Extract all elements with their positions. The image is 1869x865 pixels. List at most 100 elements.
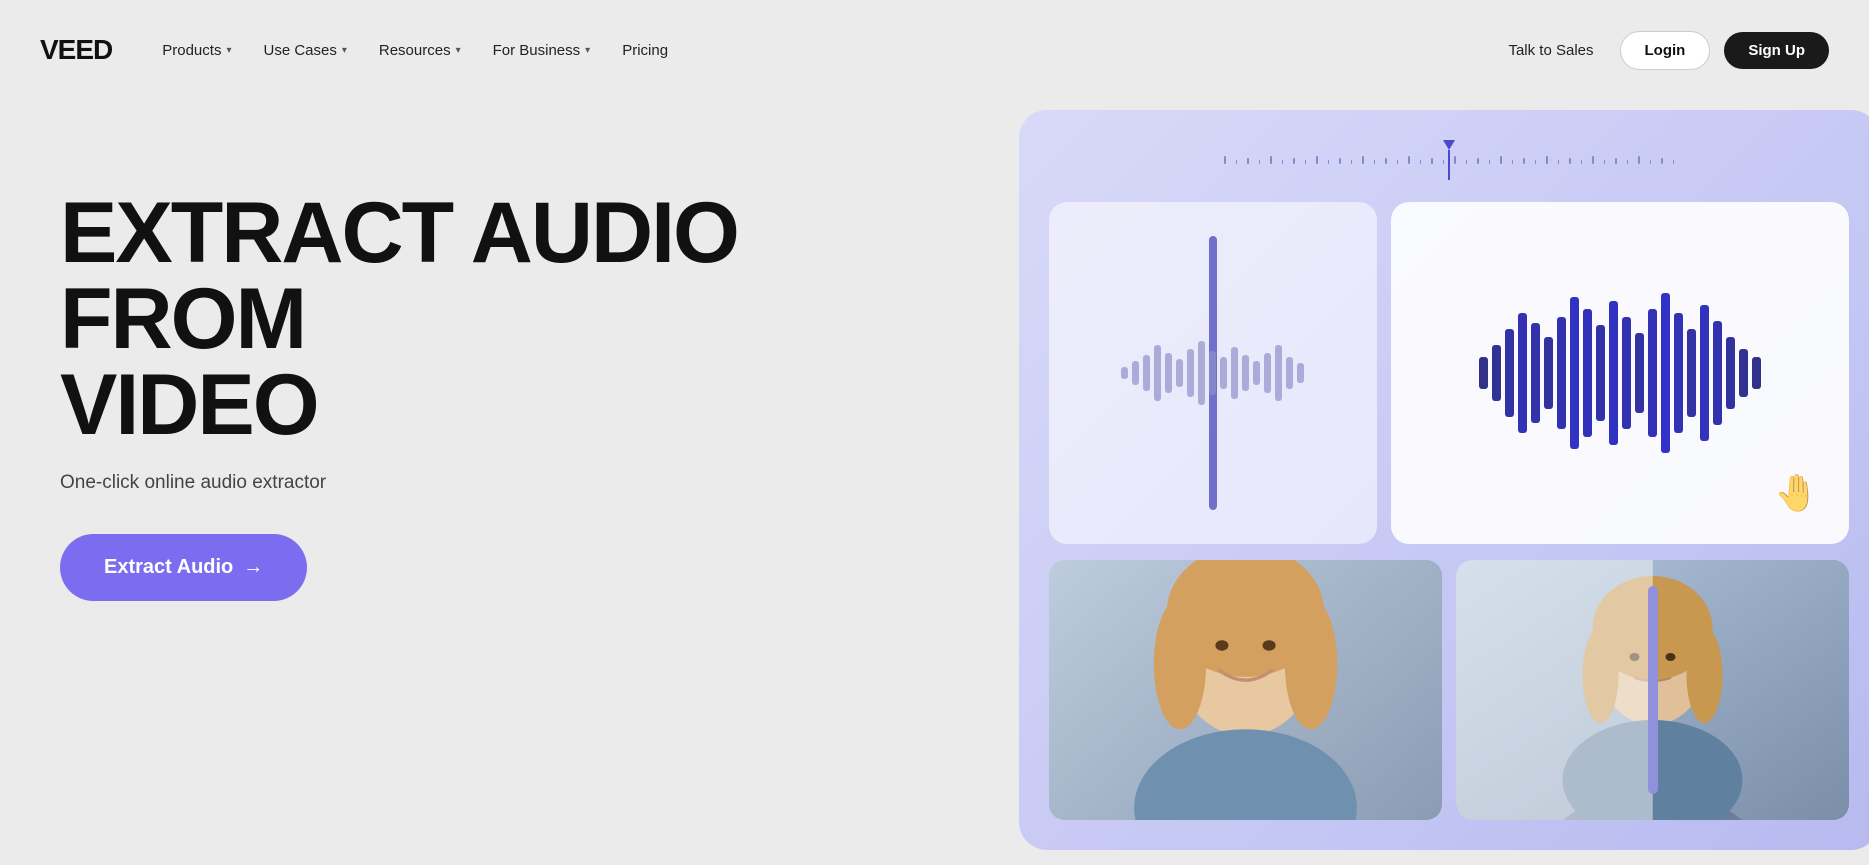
- waveform-bar: [1220, 357, 1227, 389]
- timeline-tick: [1374, 160, 1376, 164]
- panel-overlay: [1456, 560, 1653, 820]
- timeline-tick: [1339, 158, 1341, 164]
- waveform-bar: [1121, 367, 1128, 379]
- hero-section: EXTRACT AUDIO FROM VIDEO One-click onlin…: [0, 100, 1869, 865]
- chevron-down-icon: ▾: [585, 45, 590, 56]
- nav-pricing[interactable]: Pricing: [608, 34, 682, 67]
- waveform-bar: [1479, 357, 1488, 389]
- chevron-down-icon: ▾: [342, 45, 347, 56]
- timeline-tick: [1431, 158, 1433, 164]
- playhead-marker: [1443, 140, 1455, 150]
- waveform-bar: [1635, 333, 1644, 413]
- arrow-icon: →: [243, 556, 263, 579]
- nav-for-business[interactable]: For Business ▾: [479, 34, 605, 67]
- nav-resources[interactable]: Resources ▾: [365, 34, 475, 67]
- timeline-tick: [1328, 160, 1330, 164]
- waveform-panels: 🤚: [1049, 202, 1849, 544]
- hero-title: EXTRACT AUDIO FROM VIDEO: [60, 190, 740, 448]
- waveform-bar: [1531, 323, 1540, 423]
- waveform-bar: [1726, 337, 1735, 409]
- hero-text: EXTRACT AUDIO FROM VIDEO One-click onlin…: [60, 130, 740, 601]
- timeline-tick: [1259, 160, 1261, 164]
- waveform-bar: [1231, 347, 1238, 399]
- timeline-tick: [1305, 160, 1307, 164]
- person-illustration-1: [1049, 560, 1442, 820]
- waveform-bar: [1752, 357, 1761, 389]
- waveform-bar: [1154, 345, 1161, 401]
- nav-use-cases[interactable]: Use Cases ▾: [249, 34, 360, 67]
- timeline-tick: [1397, 160, 1399, 164]
- waveform-bar: [1275, 345, 1282, 401]
- navigation: VEED Products ▾ Use Cases ▾ Resources ▾ …: [0, 0, 1869, 100]
- waveform-bar: [1557, 317, 1566, 429]
- waveform-bar: [1132, 361, 1139, 385]
- timeline-tick: [1351, 160, 1353, 164]
- timeline-tick: [1546, 156, 1548, 164]
- timeline-tick: [1420, 160, 1422, 164]
- waveform-bar: [1622, 317, 1631, 429]
- timeline-tick: [1615, 158, 1617, 164]
- playhead: [1443, 140, 1455, 180]
- logo[interactable]: VEED: [40, 34, 112, 66]
- timeline-tick: [1270, 156, 1272, 164]
- timeline-tick: [1650, 160, 1652, 164]
- waveform-bar: [1544, 337, 1553, 409]
- nav-right: Talk to Sales Login Sign Up: [1496, 31, 1829, 70]
- cursor-hand-icon: 🤚: [1774, 472, 1819, 514]
- timeline-tick: [1592, 156, 1594, 164]
- video-thumbnails: [1049, 560, 1849, 820]
- waveform-bar: [1286, 357, 1293, 389]
- waveform-panel-right: 🤚: [1391, 202, 1850, 544]
- hero-illustration: 🤚: [1019, 110, 1869, 850]
- video-thumb-1: [1049, 560, 1442, 820]
- timeline-tick: [1581, 160, 1583, 164]
- video-divider-bar: [1648, 586, 1658, 794]
- talk-to-sales-link[interactable]: Talk to Sales: [1496, 34, 1605, 67]
- waveform-bar: [1570, 297, 1579, 449]
- waveform-bar: [1253, 361, 1260, 385]
- waveform-panel-left: [1049, 202, 1377, 544]
- waveform-bar: [1674, 313, 1683, 433]
- timeline-tick: [1385, 158, 1387, 164]
- waveform-bar: [1713, 321, 1722, 425]
- timeline-tick: [1362, 156, 1364, 164]
- timeline-tick: [1500, 156, 1502, 164]
- waveform-bar: [1264, 353, 1271, 393]
- waveform-bar: [1518, 313, 1527, 433]
- timeline: [1049, 140, 1849, 180]
- timeline-tick: [1236, 160, 1238, 164]
- nav-links: Products ▾ Use Cases ▾ Resources ▾ For B…: [148, 34, 682, 67]
- waveform-bar: [1143, 355, 1150, 391]
- chevron-down-icon: ▾: [226, 45, 231, 56]
- waveform-bar: [1505, 329, 1514, 417]
- login-button[interactable]: Login: [1620, 31, 1711, 70]
- extract-audio-button[interactable]: Extract Audio →: [60, 534, 307, 601]
- timeline-tick: [1489, 160, 1491, 164]
- waveform-bar: [1209, 351, 1216, 395]
- waveform-bar: [1661, 293, 1670, 453]
- hero-subtitle: One-click online audio extractor: [60, 472, 740, 494]
- waveform-bar: [1583, 309, 1592, 437]
- video-thumb-2: [1456, 560, 1849, 820]
- timeline-tick: [1569, 158, 1571, 164]
- waveform-bar: [1648, 309, 1657, 437]
- waveform-bar: [1297, 363, 1304, 383]
- signup-button[interactable]: Sign Up: [1724, 32, 1829, 69]
- waveform-right: [1459, 293, 1781, 453]
- nav-products[interactable]: Products ▾: [148, 34, 245, 67]
- timeline-tick: [1408, 156, 1410, 164]
- timeline-tick: [1638, 156, 1640, 164]
- waveform-bar: [1242, 355, 1249, 391]
- waveform-bar: [1165, 353, 1172, 393]
- playhead-line: [1448, 150, 1450, 180]
- timeline-tick: [1558, 160, 1560, 164]
- timeline-tick: [1661, 158, 1663, 164]
- waveform-bar: [1176, 359, 1183, 387]
- timeline-tick: [1282, 160, 1284, 164]
- waveform-bar: [1739, 349, 1748, 397]
- waveform-bar: [1609, 301, 1618, 445]
- timeline-tick: [1604, 160, 1606, 164]
- waveform-bar: [1596, 325, 1605, 421]
- timeline-tick: [1316, 156, 1318, 164]
- timeline-tick: [1535, 160, 1537, 164]
